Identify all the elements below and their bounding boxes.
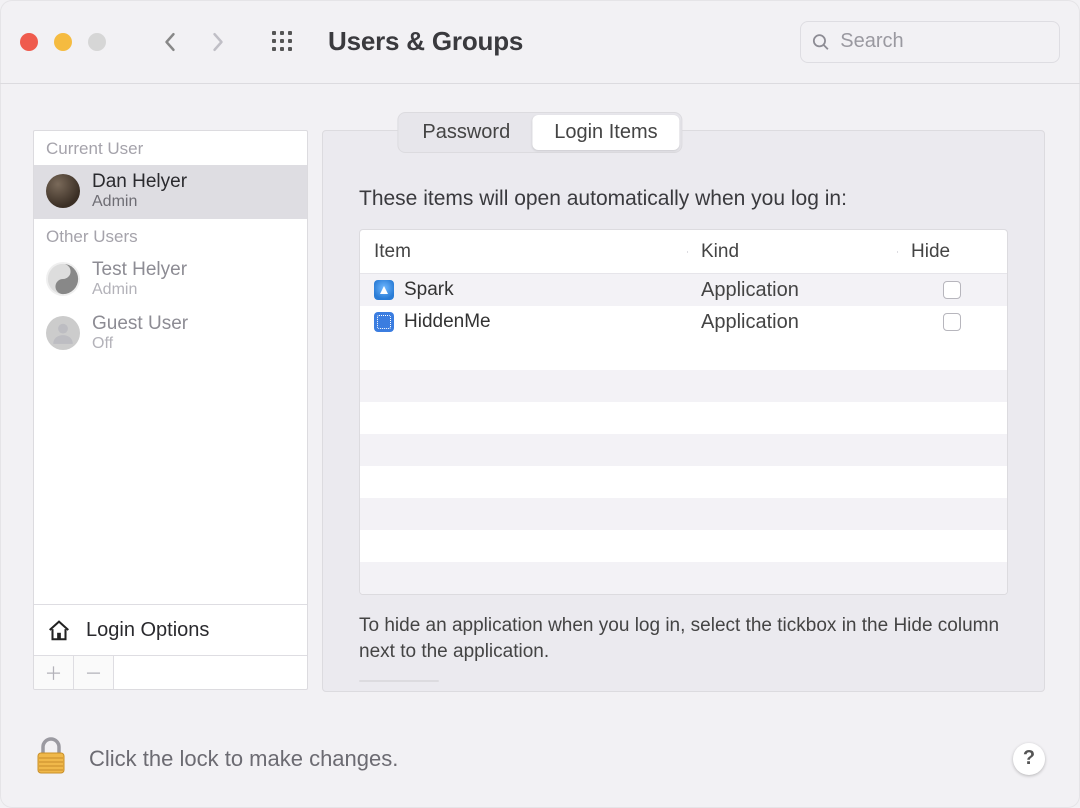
- table-row[interactable]: HiddenMe Application: [360, 306, 1007, 338]
- app-kind: Application: [687, 311, 897, 334]
- column-hide[interactable]: Hide: [897, 241, 1007, 263]
- table-header: Item Kind Hide: [360, 230, 1007, 274]
- help-button[interactable]: ?: [1013, 743, 1045, 775]
- lock-icon: [33, 735, 69, 777]
- login-items-panel: These items will open automatically when…: [322, 130, 1045, 692]
- panel-hint: To hide an application when you log in, …: [359, 613, 1008, 664]
- chevron-left-icon: [163, 31, 177, 53]
- avatar: [46, 316, 80, 350]
- forward-button[interactable]: [208, 32, 228, 52]
- app-name: HiddenMe: [404, 311, 491, 333]
- user-name: Dan Helyer: [92, 171, 187, 193]
- zoom-window-button[interactable]: [88, 33, 106, 51]
- column-kind[interactable]: Kind: [687, 241, 897, 263]
- sidebar-item-current-user[interactable]: Dan Helyer Admin: [34, 165, 307, 219]
- user-name: Test Helyer: [92, 259, 187, 281]
- house-icon: [46, 617, 72, 643]
- search-input[interactable]: [840, 30, 1049, 53]
- search-icon: [811, 31, 830, 53]
- lock-button[interactable]: [33, 735, 69, 782]
- user-role: Off: [92, 335, 188, 353]
- table-row[interactable]: Spark Application: [360, 274, 1007, 306]
- user-role: Admin: [92, 193, 187, 211]
- panel-intro: These items will open automatically when…: [359, 187, 1008, 211]
- app-name: Spark: [404, 279, 454, 301]
- person-icon: [50, 320, 76, 346]
- nav-arrows: [160, 32, 228, 52]
- hide-checkbox[interactable]: [943, 313, 961, 331]
- content: Password Login Items Current User Dan He…: [0, 84, 1080, 808]
- search-field[interactable]: [800, 21, 1060, 63]
- add-user-button[interactable]: ＋: [34, 656, 74, 689]
- login-options-button[interactable]: Login Options: [34, 604, 307, 655]
- avatar: [46, 262, 80, 296]
- sidebar-add-remove: ＋ －: [34, 655, 307, 689]
- user-role: Admin: [92, 281, 187, 299]
- other-users-section-label: Other Users: [34, 219, 307, 253]
- avatar: [46, 174, 80, 208]
- login-options-label: Login Options: [86, 619, 209, 642]
- close-window-button[interactable]: [20, 33, 38, 51]
- tabstrip: Password Login Items: [397, 112, 682, 153]
- page-title: Users & Groups: [328, 26, 523, 57]
- login-items-table: Item Kind Hide Spark Application Hidde: [359, 229, 1008, 595]
- window-controls: [20, 33, 106, 51]
- current-user-section-label: Current User: [34, 131, 307, 165]
- user-name: Guest User: [92, 313, 188, 335]
- remove-user-button[interactable]: －: [74, 656, 114, 689]
- show-all-button[interactable]: [272, 31, 294, 53]
- toolbar: Users & Groups: [0, 0, 1080, 84]
- chevron-right-icon: [211, 31, 225, 53]
- footer: Click the lock to make changes. ?: [33, 735, 1045, 782]
- users-sidebar: Current User Dan Helyer Admin Other User…: [33, 130, 308, 690]
- minimize-window-button[interactable]: [54, 33, 72, 51]
- lock-hint-text: Click the lock to make changes.: [89, 746, 398, 772]
- back-button[interactable]: [160, 32, 180, 52]
- column-item[interactable]: Item: [360, 241, 687, 263]
- hide-checkbox[interactable]: [943, 281, 961, 299]
- tab-password[interactable]: Password: [400, 115, 532, 150]
- sidebar-item-guest-user[interactable]: Guest User Off: [34, 307, 307, 361]
- app-icon: [374, 280, 394, 300]
- login-items-add-remove: + −: [359, 680, 439, 682]
- yinyang-icon: [46, 262, 80, 296]
- empty-rows: [360, 338, 1007, 594]
- tab-login-items[interactable]: Login Items: [532, 115, 679, 150]
- preferences-window: Users & Groups Password Login Items Curr…: [0, 0, 1080, 808]
- app-kind: Application: [687, 279, 897, 302]
- sidebar-item-other-user[interactable]: Test Helyer Admin: [34, 253, 307, 307]
- app-icon: [374, 312, 394, 332]
